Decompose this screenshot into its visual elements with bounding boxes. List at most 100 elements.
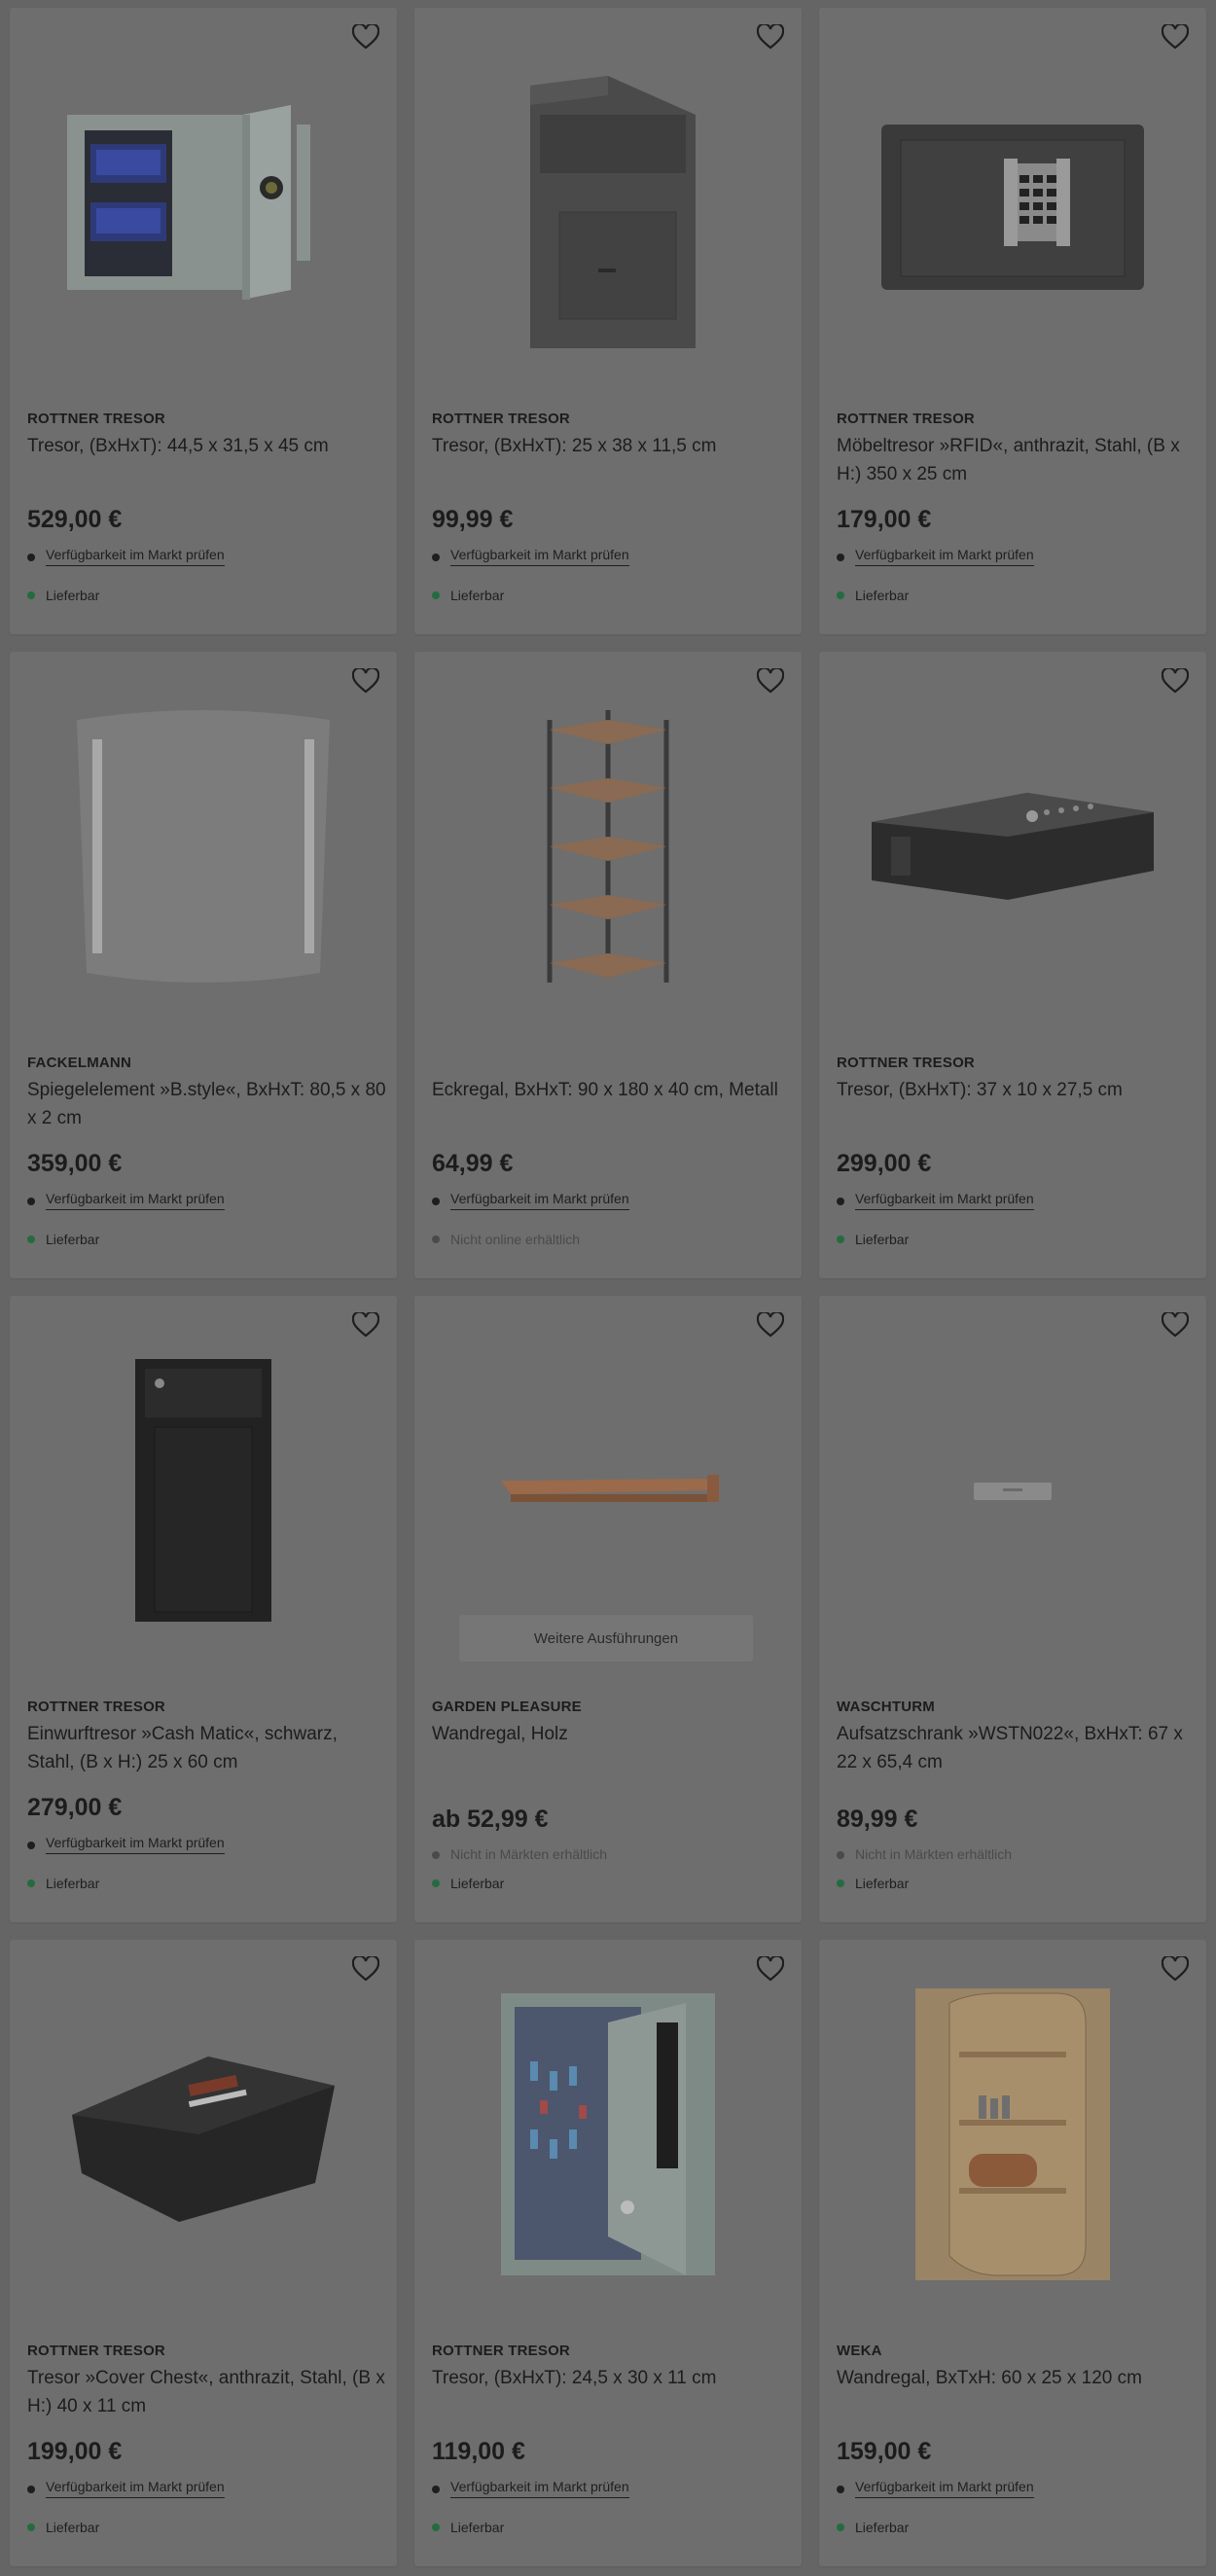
product-brand: FACKELMANN (27, 1055, 131, 1071)
product-brand: ROTTNER TRESOR (27, 2343, 165, 2359)
wishlist-heart-icon[interactable] (755, 665, 786, 697)
product-price: ab 52,99 € (432, 1806, 549, 1833)
product-image[interactable] (819, 1940, 1206, 2329)
delivery-status: Lieferbar (27, 1232, 99, 1247)
product-brand: WEKA (837, 2343, 882, 2359)
product-title[interactable]: Wandregal, Holz (432, 1720, 792, 1748)
product-card[interactable]: ROTTNER TRESOR Möbeltresor »RFID«, anthr… (819, 8, 1206, 634)
product-card[interactable]: FACKELMANN Spiegelelement »B.style«, BxH… (10, 652, 397, 1278)
available-dot (27, 1879, 35, 1887)
product-title[interactable]: Tresor, (BxHxT): 44,5 x 31,5 x 45 cm (27, 432, 387, 460)
wishlist-heart-icon[interactable] (350, 665, 381, 697)
check-market-link[interactable]: Verfügbarkeit im Markt prüfen (450, 547, 629, 566)
status-dot (432, 2486, 440, 2493)
more-variants-button[interactable]: Weitere Ausführungen (459, 1615, 753, 1662)
product-brand: WASCHTURM (837, 1699, 935, 1715)
check-market-link[interactable]: Verfügbarkeit im Markt prüfen (46, 1835, 225, 1854)
product-image[interactable] (414, 652, 802, 1041)
wishlist-heart-icon[interactable] (350, 1953, 381, 1985)
market-availability[interactable]: Verfügbarkeit im Markt prüfen (27, 1191, 225, 1210)
delivery-label: Lieferbar (450, 588, 505, 603)
wishlist-heart-icon[interactable] (755, 21, 786, 53)
product-title[interactable]: Tresor, (BxHxT): 37 x 10 x 27,5 cm (837, 1076, 1197, 1104)
delivery-label: Lieferbar (855, 2520, 910, 2535)
safe-open-icon (67, 105, 310, 300)
check-market-link[interactable]: Verfügbarkeit im Markt prüfen (450, 1191, 629, 1210)
wishlist-heart-icon[interactable] (755, 1309, 786, 1341)
check-market-link[interactable]: Verfügbarkeit im Markt prüfen (46, 1191, 225, 1210)
product-card[interactable]: ROTTNER TRESOR Tresor, (BxHxT): 25 x 38 … (414, 8, 802, 634)
product-image[interactable] (414, 8, 802, 397)
market-availability[interactable]: Verfügbarkeit im Markt prüfen (837, 1191, 1034, 1210)
product-card[interactable]: ROTTNER TRESOR Tresor, (BxHxT): 44,5 x 3… (10, 8, 397, 634)
product-card[interactable]: WEKA Wandregal, BxTxH: 60 x 25 x 120 cm … (819, 1940, 1206, 2566)
product-brand: GARDEN PLEASURE (432, 1699, 582, 1715)
status-dot (27, 2486, 35, 2493)
wishlist-heart-icon[interactable] (350, 21, 381, 53)
product-card[interactable]: Weitere Ausführungen GARDEN PLEASURE Wan… (414, 1296, 802, 1922)
product-title[interactable]: Möbeltresor »RFID«, anthrazit, Stahl, (B… (837, 432, 1197, 488)
market-availability[interactable]: Verfügbarkeit im Markt prüfen (432, 1191, 629, 1210)
product-title[interactable]: Einwurftresor »Cash Matic«, schwarz, Sta… (27, 1720, 387, 1776)
product-card[interactable]: ROTTNER TRESOR Einwurftresor »Cash Matic… (10, 1296, 397, 1922)
available-dot (27, 591, 35, 599)
market-availability[interactable]: Verfügbarkeit im Markt prüfen (837, 2479, 1034, 2498)
available-dot (27, 2523, 35, 2531)
check-market-link[interactable]: Verfügbarkeit im Markt prüfen (855, 547, 1034, 566)
product-image[interactable] (10, 8, 397, 397)
product-title[interactable]: Aufsatzschrank »WSTN022«, BxHxT: 67 x 22… (837, 1720, 1197, 1776)
delivery-label: Lieferbar (46, 588, 100, 603)
market-availability[interactable]: Verfügbarkeit im Markt prüfen (27, 547, 225, 566)
market-availability[interactable]: Verfügbarkeit im Markt prüfen (432, 2479, 629, 2498)
product-card[interactable]: WASCHTURM Aufsatzschrank »WSTN022«, BxHx… (819, 1296, 1206, 1922)
market-availability[interactable]: Verfügbarkeit im Markt prüfen (837, 547, 1034, 566)
delivery-status: Nicht online erhältlich (432, 1232, 580, 1247)
market-availability[interactable]: Verfügbarkeit im Markt prüfen (27, 1835, 225, 1854)
product-title[interactable]: Tresor, (BxHxT): 25 x 38 x 11,5 cm (432, 432, 792, 460)
check-market-link[interactable]: Verfügbarkeit im Markt prüfen (46, 547, 225, 566)
wishlist-heart-icon[interactable] (1160, 665, 1191, 697)
status-dot (837, 2486, 844, 2493)
product-title[interactable]: Eckregal, BxHxT: 90 x 180 x 40 cm, Metal… (432, 1076, 792, 1104)
wishlist-heart-icon[interactable] (350, 1309, 381, 1341)
product-card[interactable]: Eckregal, BxHxT: 90 x 180 x 40 cm, Metal… (414, 652, 802, 1278)
market-availability: Nicht in Märkten erhältlich (432, 1846, 607, 1862)
available-dot (432, 591, 440, 599)
product-image[interactable] (819, 652, 1206, 1041)
delivery-status: Lieferbar (432, 2520, 504, 2535)
market-availability[interactable]: Verfügbarkeit im Markt prüfen (432, 547, 629, 566)
status-dot (837, 554, 844, 561)
corner-shelf-icon (547, 710, 669, 983)
product-image[interactable] (10, 652, 397, 1041)
delivery-status: Lieferbar (837, 1876, 909, 1891)
product-image[interactable] (10, 1296, 397, 1685)
product-title[interactable]: Spiegelelement »B.style«, BxHxT: 80,5 x … (27, 1076, 387, 1132)
wishlist-heart-icon[interactable] (755, 1953, 786, 1985)
product-image[interactable] (10, 1940, 397, 2329)
product-card[interactable]: ROTTNER TRESOR Tresor »Cover Chest«, ant… (10, 1940, 397, 2566)
available-dot (837, 1235, 844, 1243)
product-card[interactable]: ROTTNER TRESOR Tresor, (BxHxT): 37 x 10 … (819, 652, 1206, 1278)
product-price: 359,00 € (27, 1150, 123, 1177)
product-title[interactable]: Tresor, (BxHxT): 24,5 x 30 x 11 cm (432, 2364, 792, 2392)
check-market-link[interactable]: Verfügbarkeit im Markt prüfen (46, 2479, 225, 2498)
cover-chest-icon (72, 2057, 335, 2222)
check-market-link[interactable]: Verfügbarkeit im Markt prüfen (855, 2479, 1034, 2498)
wishlist-heart-icon[interactable] (1160, 1309, 1191, 1341)
check-market-link[interactable]: Verfügbarkeit im Markt prüfen (450, 2479, 629, 2498)
product-image[interactable] (819, 1296, 1206, 1685)
product-title[interactable]: Tresor »Cover Chest«, anthrazit, Stahl, … (27, 2364, 387, 2420)
delivery-label: Lieferbar (855, 588, 910, 603)
product-image[interactable] (819, 8, 1206, 397)
product-title[interactable]: Wandregal, BxTxH: 60 x 25 x 120 cm (837, 2364, 1197, 2392)
market-availability[interactable]: Verfügbarkeit im Markt prüfen (27, 2479, 225, 2498)
delivery-status: Lieferbar (837, 588, 909, 603)
check-market-link[interactable]: Verfügbarkeit im Markt prüfen (855, 1191, 1034, 1210)
delivery-label: Lieferbar (855, 1232, 910, 1247)
product-brand: ROTTNER TRESOR (432, 2343, 570, 2359)
wishlist-heart-icon[interactable] (1160, 21, 1191, 53)
wishlist-heart-icon[interactable] (1160, 1953, 1191, 1985)
delivery-label: Lieferbar (855, 1876, 910, 1891)
product-image[interactable] (414, 1940, 802, 2329)
product-card[interactable]: ROTTNER TRESOR Tresor, (BxHxT): 24,5 x 3… (414, 1940, 802, 2566)
